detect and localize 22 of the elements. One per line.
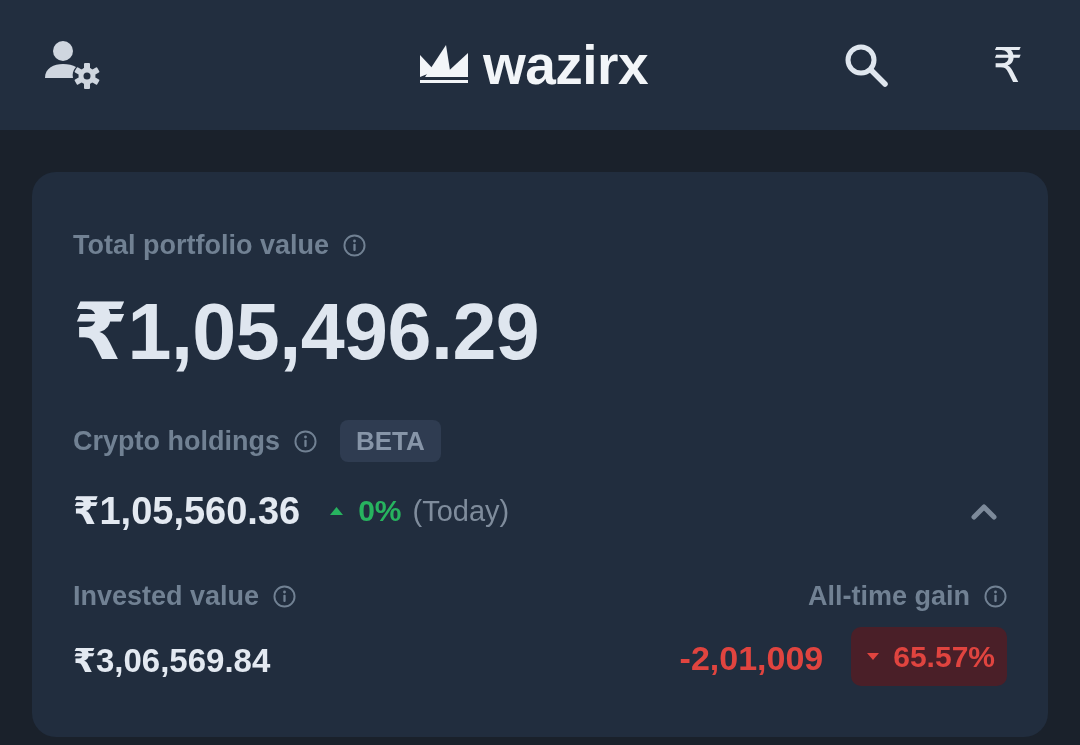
info-icon[interactable] [984,584,1007,608]
search-icon[interactable] [844,43,889,87]
holdings-value: ₹1,05,560.36 [73,489,301,533]
logo-icon [419,45,468,85]
change-percent: 0% [358,494,402,528]
period-label: (Today) [412,494,510,528]
beta-badge: BETA [340,420,441,462]
gain-percent: 65.57% [893,639,995,674]
info-icon[interactable] [273,584,297,608]
invested-label: Invested value [73,580,260,613]
portfolio-label: Total portfolio value [73,229,329,262]
portfolio-value: ₹1,05,496.29 [73,287,540,377]
user-settings-icon[interactable] [45,40,101,90]
invested-value: ₹3,06,569.84 [73,641,271,680]
gain-label: All-time gain [808,580,970,613]
brand-name: wazirx [482,37,649,93]
info-icon[interactable] [343,233,366,257]
info-icon[interactable] [294,429,317,453]
chevron-up-icon[interactable] [971,502,997,520]
currency-button[interactable]: ₹ [992,41,1023,89]
holdings-label: Crypto holdings [73,425,280,458]
gain-amount: -2,01,009 [679,638,824,678]
